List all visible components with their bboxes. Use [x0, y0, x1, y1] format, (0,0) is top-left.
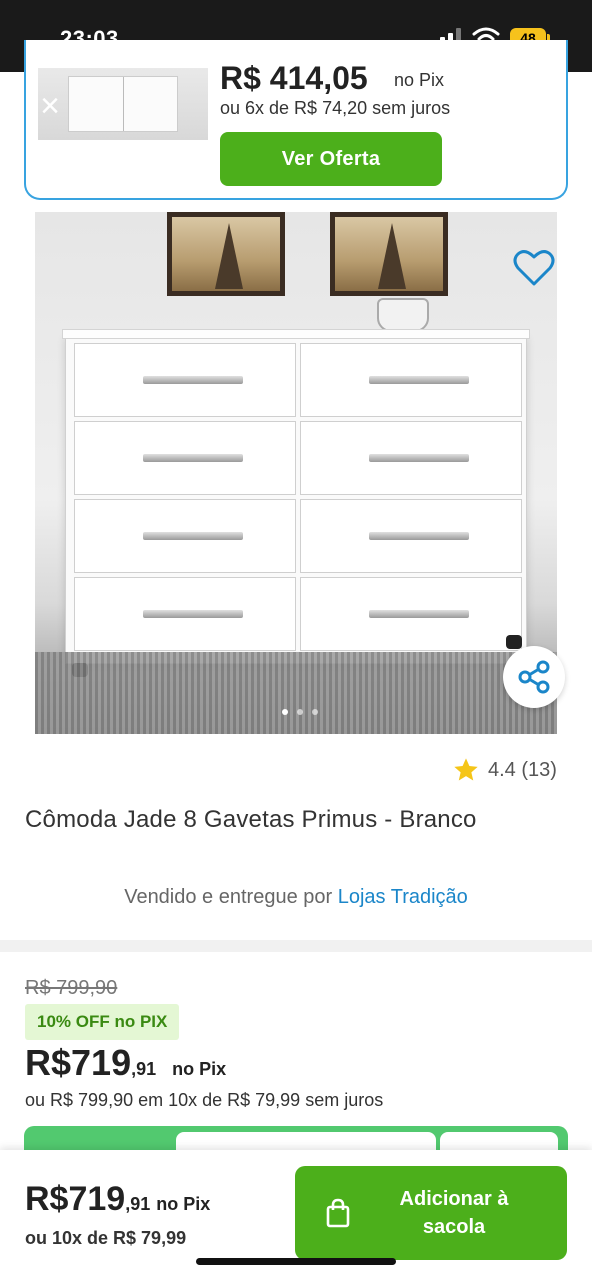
add-to-bag-label: Adicionar à sacola — [351, 1185, 567, 1241]
product-rating[interactable]: 4.4 (13) — [452, 756, 557, 784]
discount-badge: 10% OFF no PIX — [25, 1004, 180, 1040]
offer-price-suffix: no Pix — [394, 70, 445, 90]
ver-oferta-button[interactable]: Ver Oferta — [220, 132, 442, 186]
offer-thumbnail-dresser — [68, 76, 178, 132]
share-button[interactable] — [503, 646, 565, 708]
carousel-dot[interactable] — [282, 709, 288, 715]
favorite-heart-icon[interactable] — [512, 248, 556, 288]
wall-frame-left — [167, 212, 285, 296]
offer-installments: ou 6x de R$ 74,20 sem juros — [220, 98, 451, 118]
offer-price: R$ 414,05 — [220, 60, 368, 96]
section-divider — [0, 940, 592, 952]
carousel-dot[interactable] — [297, 709, 303, 715]
installments-text: ou R$ 799,90 em 10x de R$ 79,99 sem juro… — [25, 1090, 384, 1110]
home-indicator — [196, 1258, 396, 1265]
main-price: R$719,91 no Pix — [25, 1042, 226, 1084]
bottom-price-cents: ,91 — [125, 1194, 151, 1214]
bottom-price: R$719,91 no Pix — [25, 1180, 210, 1219]
bottom-price-suffix: no Pix — [156, 1194, 211, 1214]
carousel-dot[interactable] — [312, 709, 318, 715]
add-to-bag-label-line1: Adicionar à — [399, 1188, 509, 1210]
seller-info: Vendido e entregue por Lojas Tradição — [0, 886, 592, 909]
dresser — [62, 329, 530, 677]
star-icon — [454, 758, 478, 781]
rating-value: 4.4 (13) — [488, 758, 557, 781]
product-image[interactable] — [35, 212, 557, 734]
add-to-bag-label-line2: sacola — [422, 1216, 486, 1238]
image-carousel-dots — [282, 702, 327, 720]
offer-card: × R$ 414,05 no Pix ou 6x de R$ 74,20 sem… — [24, 40, 568, 200]
wall-frame-right — [330, 212, 448, 296]
product-title: Cômoda Jade 8 Gavetas Primus - Branco — [25, 806, 477, 833]
price-suffix: no Pix — [172, 1059, 227, 1079]
rug — [35, 652, 557, 734]
bottom-price-main: R$719 — [25, 1180, 126, 1218]
share-icon — [518, 660, 550, 694]
seller-prefix: Vendido e entregue por — [124, 886, 333, 908]
shopping-bag-icon — [326, 1198, 350, 1228]
seller-link[interactable]: Lojas Tradição — [338, 886, 468, 908]
add-to-bag-button[interactable]: Adicionar à sacola — [295, 1166, 567, 1260]
close-icon[interactable]: × — [36, 89, 64, 123]
bottom-installments: ou 10x de R$ 79,99 — [25, 1228, 187, 1248]
old-price: R$ 799,90 — [25, 977, 118, 999]
price-cents: ,91 — [131, 1059, 157, 1079]
vase — [377, 298, 429, 332]
price-main: R$719 — [25, 1042, 132, 1083]
